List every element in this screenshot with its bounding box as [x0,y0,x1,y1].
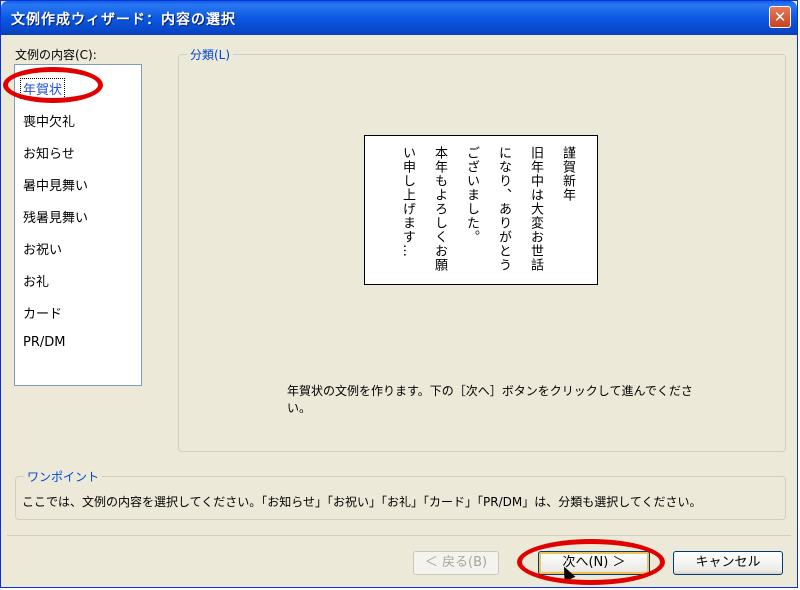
list-item-prdm[interactable]: PR/DM [23,335,65,350]
list-item-shochu[interactable]: 暑中見舞い [23,175,88,194]
tip-text: ここでは、文例の内容を選択してください。「お知らせ」「お祝い」「お礼」「カード」… [22,495,702,509]
next-button[interactable]: 次へ(N) ＞ [538,551,650,575]
contents-label: 文例の内容(C): [15,48,97,62]
list-item-oshirase[interactable]: お知らせ [23,143,75,162]
contents-list[interactable]: 年賀状 喪中欠礼 お知らせ 暑中見舞い 残暑見舞い お祝い お礼 カード PR/… [14,64,142,386]
divider [7,535,791,536]
preview-line-2: 旧年中は大変お世話 [528,146,543,272]
back-button[interactable]: ＜ 戻る(B) [413,551,499,575]
preview-line-1: 謹賀新年 [560,146,575,202]
preview-line-6: い申し上げます… [400,146,415,258]
close-button[interactable]: ✕ [769,6,791,28]
window-title: 文例作成ウィザード：内容の選択 [11,12,236,28]
preview-line-3: になり、ありがとう [496,146,511,272]
preview-line-4: ございました。 [464,146,479,244]
list-item-zansho[interactable]: 残暑見舞い [23,207,88,226]
wizard-window: 文例作成ウィザード：内容の選択 ✕ 文例の内容(C): 年賀状 喪中欠礼 お知ら… [0,0,798,588]
list-item-orei[interactable]: お礼 [23,271,49,290]
category-legend: 分類(L) [187,46,234,63]
tip-group: ワンポイント ここでは、文例の内容を選択してください。「お知らせ」「お祝い」「お… [15,468,786,520]
list-item-mochu[interactable]: 喪中欠礼 [23,111,75,130]
cancel-button[interactable]: キャンセル [673,551,783,575]
category-description: 年賀状の文例を作ります。下の［次へ］ボタンをクリックして進んでください。 [287,384,693,415]
tip-legend: ワンポイント [24,468,103,485]
list-item-card[interactable]: カード [23,303,62,322]
list-item-oiwai[interactable]: お祝い [23,239,62,258]
list-item-nengajo[interactable]: 年賀状 [19,78,66,99]
preview-card: 謹賀新年 旧年中は大変お世話 になり、ありがとう ございました。 本年もよろしく… [364,135,598,285]
title-bar[interactable]: 文例作成ウィザード：内容の選択 ✕ [1,1,797,35]
preview-line-5: 本年もよろしくお願 [432,146,447,272]
close-icon: ✕ [773,8,787,26]
